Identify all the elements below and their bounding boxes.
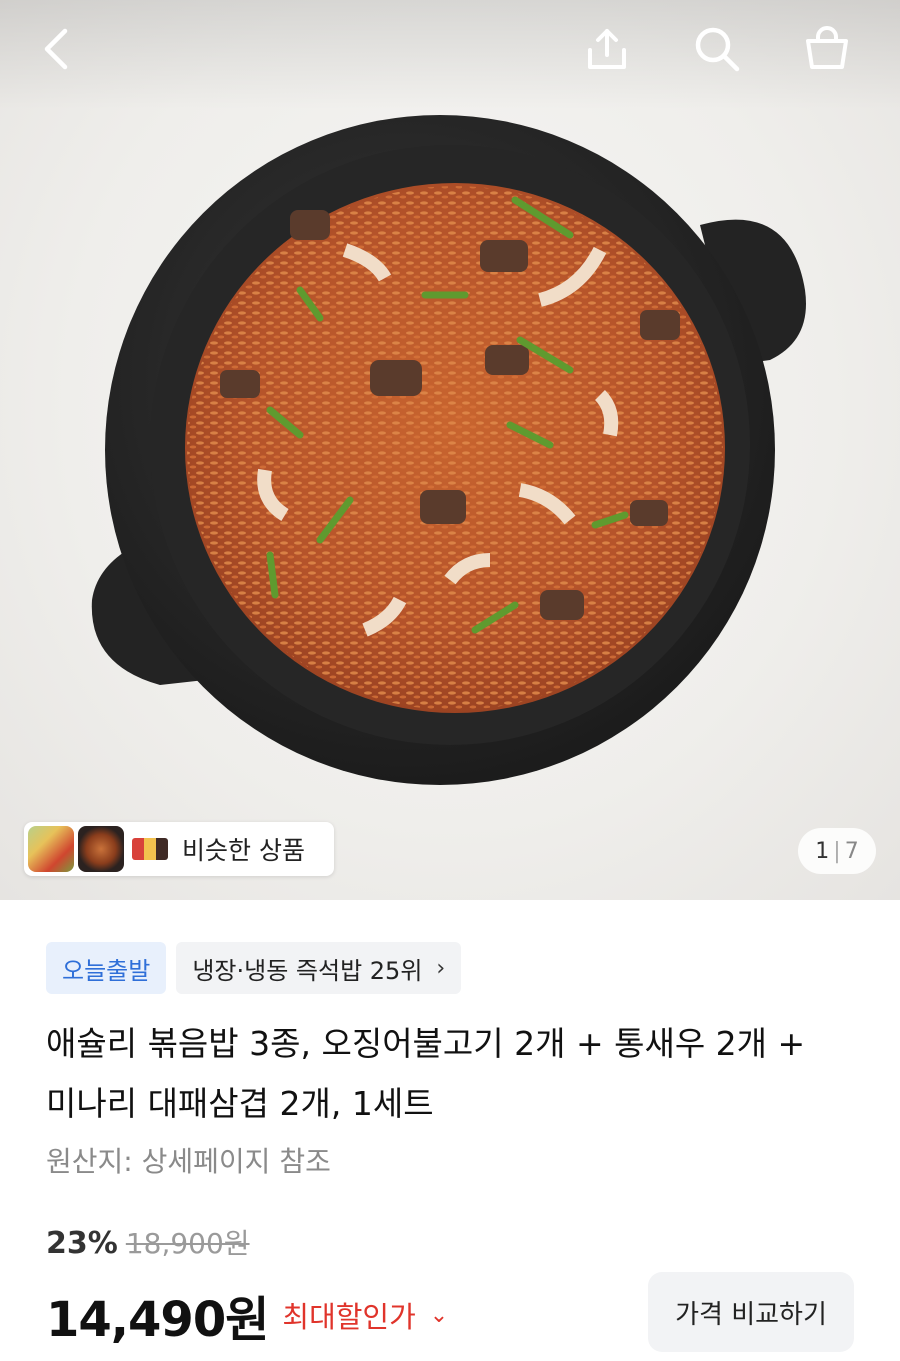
discount-row: 23% 18,900원 bbox=[46, 1222, 250, 1262]
search-button[interactable] bbox=[682, 14, 752, 84]
max-discount-toggle[interactable]: 최대할인가 ⌄ bbox=[282, 1294, 448, 1336]
similar-products-button[interactable]: 비슷한 상품 bbox=[24, 822, 334, 876]
product-title: 애슐리 볶음밥 3종, 오징어불고기 2개 + 통새우 2개 + 미나리 대패삼… bbox=[46, 1014, 866, 1134]
image-page-counter: 1 | 7 bbox=[798, 828, 876, 874]
origin-info: 원산지: 상세페이지 참조 bbox=[46, 1145, 331, 1178]
product-image-gallery[interactable]: 비슷한 상품 1 | 7 bbox=[0, 0, 900, 900]
category-rank-link[interactable]: 냉장·냉동 즉석밥 25위 › bbox=[176, 942, 462, 994]
top-nav-bar bbox=[0, 0, 900, 110]
similar-products-label: 비슷한 상품 bbox=[182, 836, 305, 865]
current-page: 1 bbox=[815, 838, 830, 864]
back-button[interactable] bbox=[22, 14, 92, 84]
cart-button[interactable] bbox=[792, 14, 862, 84]
chevron-down-icon: ⌄ bbox=[429, 1302, 449, 1328]
price-row: 14,490원 최대할인가 ⌄ bbox=[46, 1280, 448, 1350]
price-compare-button[interactable]: 가격 비교하기 bbox=[648, 1272, 854, 1352]
original-price: 18,900원 bbox=[125, 1227, 250, 1260]
product-photo bbox=[91, 115, 806, 785]
sale-price: 14,490원 bbox=[46, 1292, 269, 1348]
page-separator: | bbox=[833, 838, 841, 864]
today-dispatch-badge: 오늘출발 bbox=[46, 942, 167, 994]
share-icon bbox=[588, 29, 626, 69]
product-title-line1: 애슐리 볶음밥 3종, 오징어불고기 2개 + 통새우 2개 + bbox=[46, 1024, 806, 1063]
max-discount-label: 최대할인가 bbox=[282, 1300, 416, 1334]
category-rank-label: 냉장·냉동 즉석밥 25위 bbox=[192, 956, 423, 985]
similar-thumbnail bbox=[78, 826, 124, 872]
chevron-right-icon: › bbox=[436, 955, 446, 981]
search-icon bbox=[695, 27, 740, 72]
similar-thumbnail bbox=[132, 838, 168, 860]
shopping-bag-icon bbox=[806, 26, 848, 69]
share-button[interactable] bbox=[572, 14, 642, 84]
chevron-left-icon bbox=[44, 28, 68, 70]
product-badges: 오늘출발 냉장·냉동 즉석밥 25위 › bbox=[46, 942, 462, 994]
total-pages: 7 bbox=[844, 838, 859, 864]
product-title-line2: 미나리 대패삼겹 2개, 1세트 bbox=[46, 1084, 434, 1123]
similar-thumbnail bbox=[28, 826, 74, 872]
discount-rate: 23% bbox=[46, 1226, 118, 1261]
